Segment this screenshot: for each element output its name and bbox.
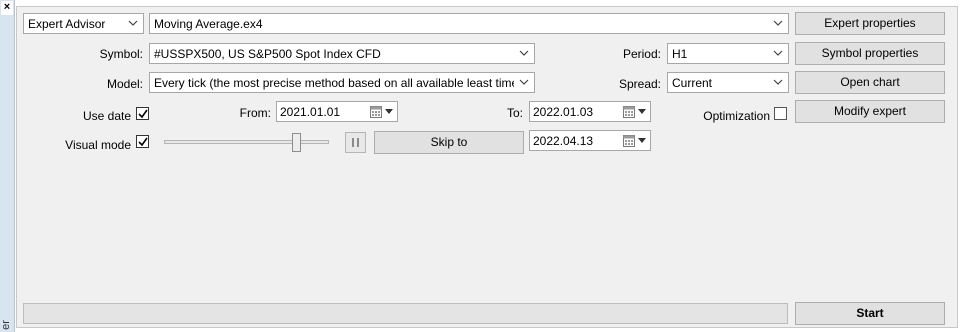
visual-speed-slider-track[interactable] [164,140,329,144]
period-select[interactable]: H1 [667,43,789,64]
expert-type-select[interactable]: Expert Advisor [23,13,144,34]
from-date-value: 2021.01.01 [280,105,341,119]
test-progress-bar [23,303,788,324]
pause-icon [352,138,354,147]
visual-mode-checkbox[interactable] [136,135,149,148]
period-value: H1 [672,47,688,61]
calendar-icon [623,135,635,147]
chevron-down-icon [519,47,529,59]
dock-vertical-label: er [0,320,12,330]
visual-mode-label: Visual mode [65,138,131,152]
optimization-label: Optimization [703,109,770,123]
checkmark-icon [138,109,148,119]
symbol-properties-button[interactable]: Symbol properties [795,42,945,65]
skip-to-button[interactable]: Skip to [374,131,524,154]
spread-select[interactable]: Current [667,72,789,93]
spread-value: Current [672,76,713,90]
to-date-picker[interactable]: 2022.01.03 [529,101,651,122]
close-icon[interactable]: × [1,1,13,15]
start-button[interactable]: Start [795,302,945,325]
model-label: Model: [106,77,143,91]
checkmark-icon [138,137,148,147]
calendar-icon [623,106,635,118]
open-chart-button[interactable]: Open chart [795,71,945,94]
chevron-down-icon [128,17,138,29]
model-select[interactable]: Every tick (the most precise method base… [149,72,535,93]
expert-file-select[interactable]: Moving Average.ex4 [149,13,789,34]
pause-icon-bar [357,138,359,147]
symbol-select[interactable]: #USSPX500, US S&P500 Spot Index CFD [149,43,535,64]
expert-file-value: Moving Average.ex4 [154,17,263,31]
symbol-label: Symbol: [99,47,143,61]
spread-label: Spread: [618,77,661,91]
chevron-down-icon [519,76,529,88]
modify-expert-button[interactable]: Modify expert [795,100,945,123]
from-label: From: [239,106,271,120]
chevron-down-icon [638,138,646,143]
period-label: Period: [622,47,661,61]
optimization-checkbox[interactable] [774,107,787,120]
to-label: To: [506,106,523,120]
chevron-down-icon [638,109,646,114]
chevron-down-icon [773,47,783,59]
expert-type-value: Expert Advisor [28,17,106,31]
model-value: Every tick (the most precise method base… [154,76,514,90]
use-date-checkbox[interactable] [136,107,149,120]
expert-properties-button[interactable]: Expert properties [795,12,945,35]
visual-speed-slider-thumb[interactable] [291,133,301,152]
skip-to-date-value: 2022.04.13 [533,134,594,148]
use-date-label: Use date [82,109,131,123]
skip-to-date-picker[interactable]: 2022.04.13 [529,130,651,151]
from-date-picker[interactable]: 2021.01.01 [276,101,398,122]
chevron-down-icon [773,76,783,88]
chevron-down-icon [773,17,783,29]
chevron-down-icon [385,109,393,114]
pause-button[interactable] [345,132,366,153]
symbol-value: #USSPX500, US S&P500 Spot Index CFD [154,47,381,61]
calendar-icon [370,106,382,118]
dock-strip: × er [0,0,15,332]
to-date-value: 2022.01.03 [533,105,594,119]
strategy-tester-panel: Expert Advisor Moving Average.ex4 Expert… [16,6,958,328]
